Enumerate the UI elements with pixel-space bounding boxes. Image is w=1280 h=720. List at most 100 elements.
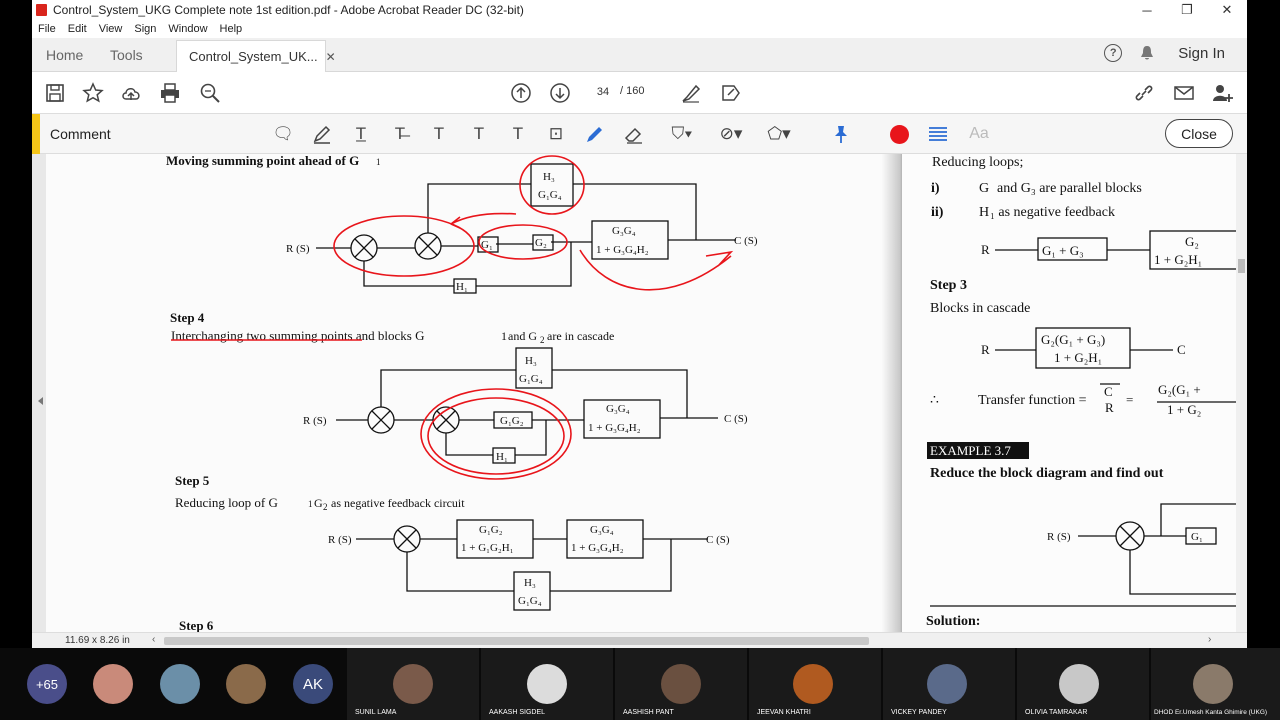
menu-view[interactable]: View (99, 23, 123, 35)
previous-page-icon[interactable] (510, 82, 532, 104)
participant-name: VICKEY PANDEY (891, 709, 947, 716)
attach-file-icon[interactable]: ⊘▾ (714, 123, 748, 145)
cloud-upload-icon[interactable] (120, 82, 142, 104)
save-icon[interactable] (44, 82, 66, 104)
svg-text:1: 1 (501, 329, 507, 343)
next-page-icon[interactable] (549, 82, 571, 104)
help-icon[interactable]: ? (1104, 44, 1123, 62)
fill-sign-icon[interactable] (680, 82, 702, 104)
solution-label: Solution: (926, 614, 980, 629)
participant-tile[interactable]: VICKEY PANDEY (883, 648, 1015, 720)
participant-tile[interactable]: AAKASH SIGDEL (481, 648, 613, 720)
diagram-right: Reducing loops; i) G and G₃ are parallel… (926, 155, 1236, 629)
avatar (1059, 664, 1099, 704)
vertical-scroll-thumb[interactable] (1238, 259, 1245, 273)
text-box-icon[interactable]: ⊡ (545, 123, 567, 145)
avatar[interactable] (93, 664, 133, 704)
add-user-icon[interactable] (1211, 82, 1233, 104)
menu-help[interactable]: Help (220, 23, 243, 35)
eraser-icon[interactable] (623, 123, 645, 145)
email-icon[interactable] (1173, 82, 1195, 104)
color-picker-icon[interactable] (888, 123, 910, 145)
document-view[interactable]: Moving summing point ahead of G Step 4 I… (32, 154, 1247, 632)
participants-strip: +65 AK SUNIL LAMA AAKASH SIGDEL AASHISH … (0, 648, 1280, 720)
vertical-scrollbar[interactable] (1236, 154, 1247, 632)
horizontal-scroll-thumb[interactable] (164, 637, 869, 645)
heading-top: Moving summing point ahead of G (166, 154, 359, 168)
minimize-button[interactable]: ─ (1127, 0, 1167, 20)
stamp-edit-icon[interactable] (720, 82, 742, 104)
strikethrough-text-icon[interactable]: T̶ (389, 123, 411, 145)
svg-text:G₁G₄: G₁G₄ (518, 595, 542, 607)
participant-tile[interactable]: DHOD Er.Umesh Kanta Ghimire (UKG) (1151, 648, 1280, 720)
underline-text-icon[interactable]: T̲ (350, 123, 372, 145)
avatar (793, 664, 833, 704)
item-i-label: i) (931, 181, 940, 196)
svg-text:C (S): C (S) (734, 235, 758, 247)
svg-text:C (S): C (S) (706, 534, 730, 546)
close-comment-button[interactable]: Close (1165, 119, 1233, 148)
participant-name: OLIVIA TAMRAKAR (1025, 709, 1088, 716)
star-icon[interactable] (82, 82, 104, 104)
svg-text:are in cascade: are in cascade (547, 329, 614, 343)
scroll-left-arrow-icon[interactable] (36, 396, 46, 406)
hscroll-right-icon[interactable]: › (1208, 634, 1211, 645)
avatar (393, 664, 433, 704)
tab-tools[interactable]: Tools (110, 47, 143, 63)
avatar[interactable] (226, 664, 266, 704)
acrobat-icon (36, 4, 47, 16)
tab-document[interactable]: Control_System_UK... ✕ (176, 40, 336, 72)
participant-tile[interactable]: OLIVIA TAMRAKAR (1017, 648, 1149, 720)
svg-text:1: 1 (376, 157, 381, 167)
menu-edit[interactable]: Edit (68, 23, 87, 35)
step5-label: Step 5 (175, 473, 210, 488)
tab-home[interactable]: Home (46, 47, 83, 63)
pin-icon[interactable] (830, 123, 852, 145)
participant-tile[interactable]: AASHISH PANT (615, 648, 747, 720)
bell-icon[interactable] (1140, 45, 1154, 61)
step4-label: Step 4 (170, 310, 205, 325)
font-style-button[interactable]: Aa (966, 123, 992, 145)
avatar (527, 664, 567, 704)
item-i-text: G (979, 181, 989, 196)
pencil-draw-icon[interactable] (584, 123, 606, 145)
sign-in-link[interactable]: Sign In (1178, 45, 1225, 62)
svg-text:G₁ + G₃: G₁ + G₃ (1042, 243, 1084, 258)
stamp-icon[interactable]: ⛉▾ (665, 123, 699, 145)
hscroll-left-icon[interactable]: ‹ (152, 634, 155, 645)
participant-name: SUNIL LAMA (355, 709, 397, 716)
blocks-in-cascade: Blocks in cascade (930, 301, 1030, 316)
zoom-search-icon[interactable] (199, 82, 221, 104)
page-number-input[interactable]: 34 (589, 82, 617, 102)
svg-text:1: 1 (308, 499, 313, 509)
menu-file[interactable]: File (38, 23, 56, 35)
participant-tile[interactable]: SUNIL LAMA (347, 648, 479, 720)
participant-name: AASHISH PANT (623, 709, 674, 716)
svg-text:G₃G₄: G₃G₄ (606, 403, 630, 415)
avatar[interactable] (160, 664, 200, 704)
share-link-icon[interactable] (1133, 82, 1155, 104)
svg-text:R: R (981, 242, 990, 257)
print-icon[interactable] (159, 82, 181, 104)
menu-sign[interactable]: Sign (134, 23, 156, 35)
close-window-button[interactable]: ✕ (1207, 0, 1247, 20)
participant-name: DHOD Er.Umesh Kanta Ghimire (UKG) (1154, 709, 1268, 716)
svg-text:R (S): R (S) (303, 415, 327, 427)
avatar-initials[interactable]: AK (293, 664, 333, 704)
svg-text:R (S): R (S) (1047, 531, 1071, 543)
menu-window[interactable]: Window (168, 23, 207, 35)
highlighter-icon[interactable] (311, 123, 333, 145)
add-text-icon[interactable]: T (507, 123, 529, 145)
sticky-note-icon[interactable]: 🗨 (272, 123, 294, 145)
line-weight-icon[interactable] (927, 123, 949, 145)
shapes-icon[interactable]: ⬠▾ (762, 123, 796, 145)
replace-text-icon[interactable]: T (428, 123, 450, 145)
svg-text:G₁G₂: G₁G₂ (500, 415, 524, 427)
svg-text:R: R (981, 342, 990, 357)
close-tab-icon[interactable]: ✕ (326, 50, 336, 64)
insert-text-icon[interactable]: T (468, 123, 490, 145)
participant-tile[interactable]: JEEVAN KHATRI (749, 648, 881, 720)
more-participants-badge[interactable]: +65 (27, 664, 67, 704)
restore-button[interactable]: ❐ (1167, 0, 1207, 20)
status-bar: 11.69 x 8.26 in ‹ › (32, 632, 1247, 648)
